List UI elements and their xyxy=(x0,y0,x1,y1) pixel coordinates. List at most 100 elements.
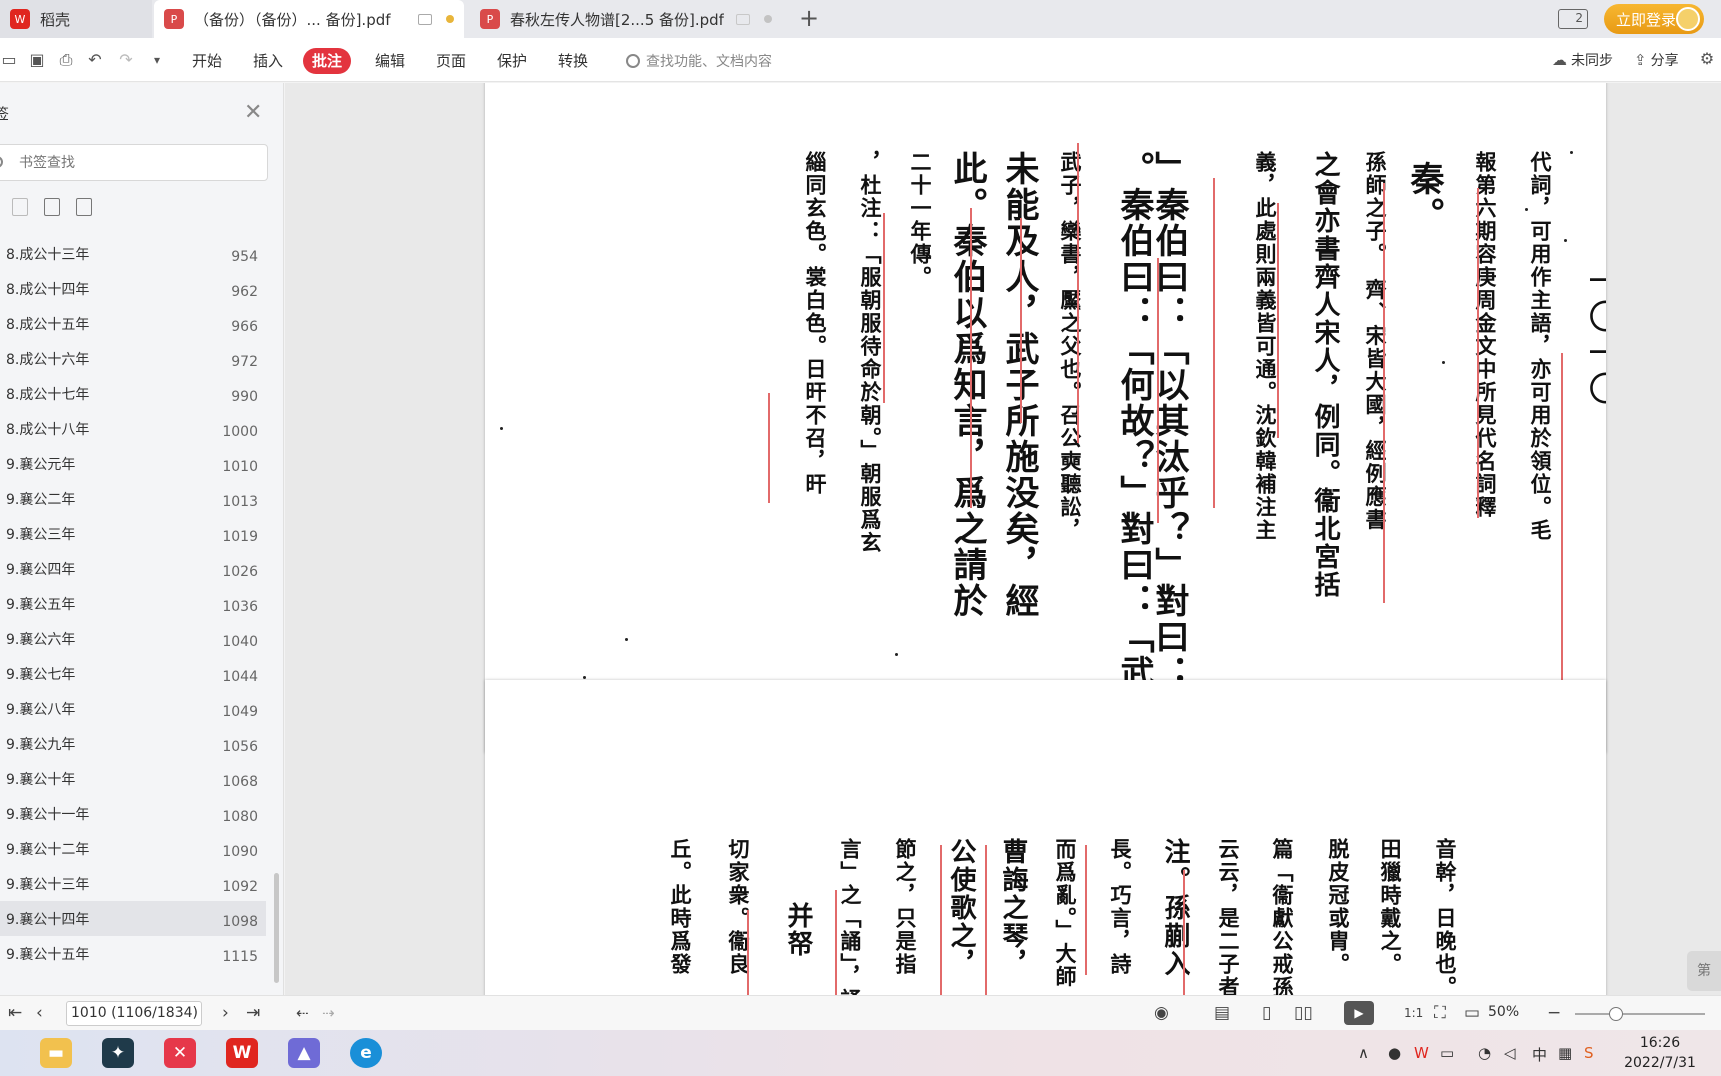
bookmark-item[interactable]: 8.成公十五年 966 xyxy=(0,306,266,341)
sidebar-scrollbar[interactable] xyxy=(274,873,279,983)
bookmark-item[interactable]: 9.襄公三年 1019 xyxy=(0,516,266,551)
annotation-underline[interactable] xyxy=(940,845,942,995)
bookmark-item[interactable]: 9.襄公四年 1026 xyxy=(0,551,266,586)
tab-home[interactable]: W 稻壳 xyxy=(0,0,152,38)
bookmark-item[interactable]: 9.襄公五年 1036 xyxy=(0,586,266,621)
wifi-icon[interactable]: ◔ xyxy=(1478,1044,1491,1062)
annotation-underline[interactable] xyxy=(1477,188,1479,518)
zoom-level[interactable]: 50% xyxy=(1488,1004,1519,1020)
continuous-view-icon[interactable]: ▯ xyxy=(1262,1003,1271,1023)
bookmark-icon[interactable] xyxy=(76,198,92,216)
login-button[interactable]: 立即登录 xyxy=(1604,4,1704,34)
system-clock[interactable]: 16:26 2022/7/31 xyxy=(1610,1033,1710,1073)
annotation-underline[interactable] xyxy=(1561,353,1563,693)
tray-chevron-up-icon[interactable]: ∧ xyxy=(1358,1044,1369,1062)
monitor-icon[interactable] xyxy=(736,13,750,25)
xmind-icon[interactable]: ✕ xyxy=(164,1038,196,1068)
annotation-underline[interactable] xyxy=(768,393,770,503)
new-tab-button[interactable]: + xyxy=(796,6,822,32)
menu-page[interactable]: 页面 xyxy=(427,48,475,74)
first-page-icon[interactable]: ⇤ xyxy=(8,1003,22,1023)
photos-icon[interactable]: ▲ xyxy=(288,1038,320,1068)
prev-page-icon[interactable]: ‹ xyxy=(36,1003,43,1023)
bookmark-item[interactable]: 9.襄公九年 1056 xyxy=(0,726,266,761)
bookmark-item[interactable]: 8.成公十七年 990 xyxy=(0,376,266,411)
annotation-underline[interactable] xyxy=(1020,218,1022,423)
close-dot-icon[interactable] xyxy=(764,15,772,23)
undo-icon[interactable]: ↶ xyxy=(86,51,104,69)
annotation-underline[interactable] xyxy=(985,845,987,995)
close-icon[interactable]: ✕ xyxy=(244,100,262,125)
ime-indicator[interactable]: 中 xyxy=(1532,1044,1547,1065)
annotation-underline[interactable] xyxy=(747,910,749,995)
annotation-underline[interactable] xyxy=(1077,143,1079,443)
bookmark-item[interactable]: 8.成公十四年 962 xyxy=(0,271,266,306)
back-icon[interactable]: ⇠ xyxy=(296,1003,309,1023)
tab-second-document[interactable]: P 春秋左传人物谱[2...5 备份].pdf xyxy=(470,0,782,38)
volume-icon[interactable]: ◁ xyxy=(1504,1044,1516,1062)
bookmark-item[interactable]: 9.襄公二年 1013 xyxy=(0,481,266,516)
menu-start[interactable]: 开始 xyxy=(183,48,231,74)
annotation-underline[interactable] xyxy=(835,890,837,995)
bookmark-item[interactable]: 8.成公十三年 954 xyxy=(0,236,266,271)
page-number-field[interactable]: 1010 (1106/1834) xyxy=(66,1001,202,1026)
open-folder-icon[interactable]: ▭ xyxy=(0,51,18,69)
menu-convert[interactable]: 转换 xyxy=(549,48,597,74)
actual-size-button[interactable]: 1:1 xyxy=(1404,1003,1423,1023)
bookmark-search-input[interactable] xyxy=(0,145,267,180)
annotation-underline[interactable] xyxy=(1157,258,1159,523)
bookmark-item[interactable]: 9.襄公八年 1049 xyxy=(0,691,266,726)
bookmark-item[interactable]: 8.成公十八年 1000 xyxy=(0,411,266,446)
tab-active-document[interactable]: P （备份）（备份）... 备份].pdf xyxy=(154,0,464,38)
print-icon[interactable]: ⎙ xyxy=(57,51,75,69)
edge-browser-icon[interactable]: e xyxy=(350,1038,382,1068)
bookmark-item[interactable]: 9.襄公十五年 1115 xyxy=(0,936,266,971)
wps-office-icon[interactable]: W xyxy=(226,1038,258,1068)
bookmark-add-icon[interactable] xyxy=(44,198,60,216)
sync-button[interactable]: ☁ 未同步 xyxy=(1552,50,1613,70)
battery-icon[interactable]: ▭ xyxy=(1440,1044,1454,1062)
last-page-icon[interactable]: ⇥ xyxy=(246,1003,260,1023)
single-page-view-icon[interactable]: ▤ xyxy=(1214,1003,1230,1023)
bookmark-item[interactable]: 9.襄公十二年 1090 xyxy=(0,831,266,866)
side-panel-tab[interactable]: 第 xyxy=(1687,951,1721,991)
save-icon[interactable]: ▣ xyxy=(28,51,46,69)
bookmark-item[interactable]: 9.襄公十一年 1080 xyxy=(0,796,266,831)
two-page-view-icon[interactable]: ▯▯ xyxy=(1294,1003,1313,1023)
play-button[interactable]: ▶ xyxy=(1344,1001,1374,1025)
annotation-underline[interactable] xyxy=(883,213,885,403)
window-layout-button[interactable]: 2 xyxy=(1558,9,1588,29)
bookmark-item[interactable]: 9.襄公元年 1010 xyxy=(0,446,266,481)
sogou-ime-icon[interactable]: S xyxy=(1584,1044,1594,1062)
bookmark-item[interactable]: 9.襄公十年 1068 xyxy=(0,761,266,796)
chevron-down-icon[interactable]: ▾ xyxy=(148,51,166,69)
annotation-underline[interactable] xyxy=(970,208,972,508)
zoom-slider-handle[interactable] xyxy=(1609,1007,1623,1021)
grid-icon[interactable]: ▦ xyxy=(1558,1044,1572,1062)
microphone-icon[interactable]: ● xyxy=(1388,1044,1401,1062)
wps-tray-icon[interactable]: W xyxy=(1414,1044,1429,1062)
bookmark-item[interactable]: 9.襄公七年 1044 xyxy=(0,656,266,691)
annotation-underline[interactable] xyxy=(1383,183,1385,603)
menu-edit[interactable]: 编辑 xyxy=(366,48,414,74)
fit-width-icon[interactable]: ▭ xyxy=(1464,1003,1480,1023)
bookmark-search[interactable] xyxy=(0,144,268,181)
settings-gear-icon[interactable]: ⚙ xyxy=(1698,50,1716,68)
zoom-slider[interactable] xyxy=(1575,1007,1705,1021)
eye-protection-icon[interactable]: ◉ xyxy=(1154,1003,1169,1023)
share-button[interactable]: ⇪ 分享 xyxy=(1634,50,1679,70)
app-icon[interactable]: ✦ xyxy=(102,1038,134,1068)
zoom-out-icon[interactable]: − xyxy=(1547,1003,1561,1023)
bookmark-item[interactable]: 9.襄公十三年 1092 xyxy=(0,866,266,901)
fit-page-icon[interactable]: ⛶ xyxy=(1434,1003,1446,1023)
next-page-icon[interactable]: › xyxy=(222,1003,229,1023)
menu-protect[interactable]: 保护 xyxy=(488,48,536,74)
forward-icon[interactable]: ⇢ xyxy=(322,1003,335,1023)
annotation-underline[interactable] xyxy=(1183,870,1185,995)
annotation-underline[interactable] xyxy=(1277,203,1279,438)
bookmark-item[interactable]: 9.襄公十四年 1098 xyxy=(0,901,266,936)
bookmark-expand-icon[interactable] xyxy=(12,198,28,216)
monitor-icon[interactable] xyxy=(418,13,432,25)
redo-icon[interactable]: ↷ xyxy=(117,51,135,69)
bookmark-item[interactable]: 8.成公十六年 972 xyxy=(0,341,266,376)
